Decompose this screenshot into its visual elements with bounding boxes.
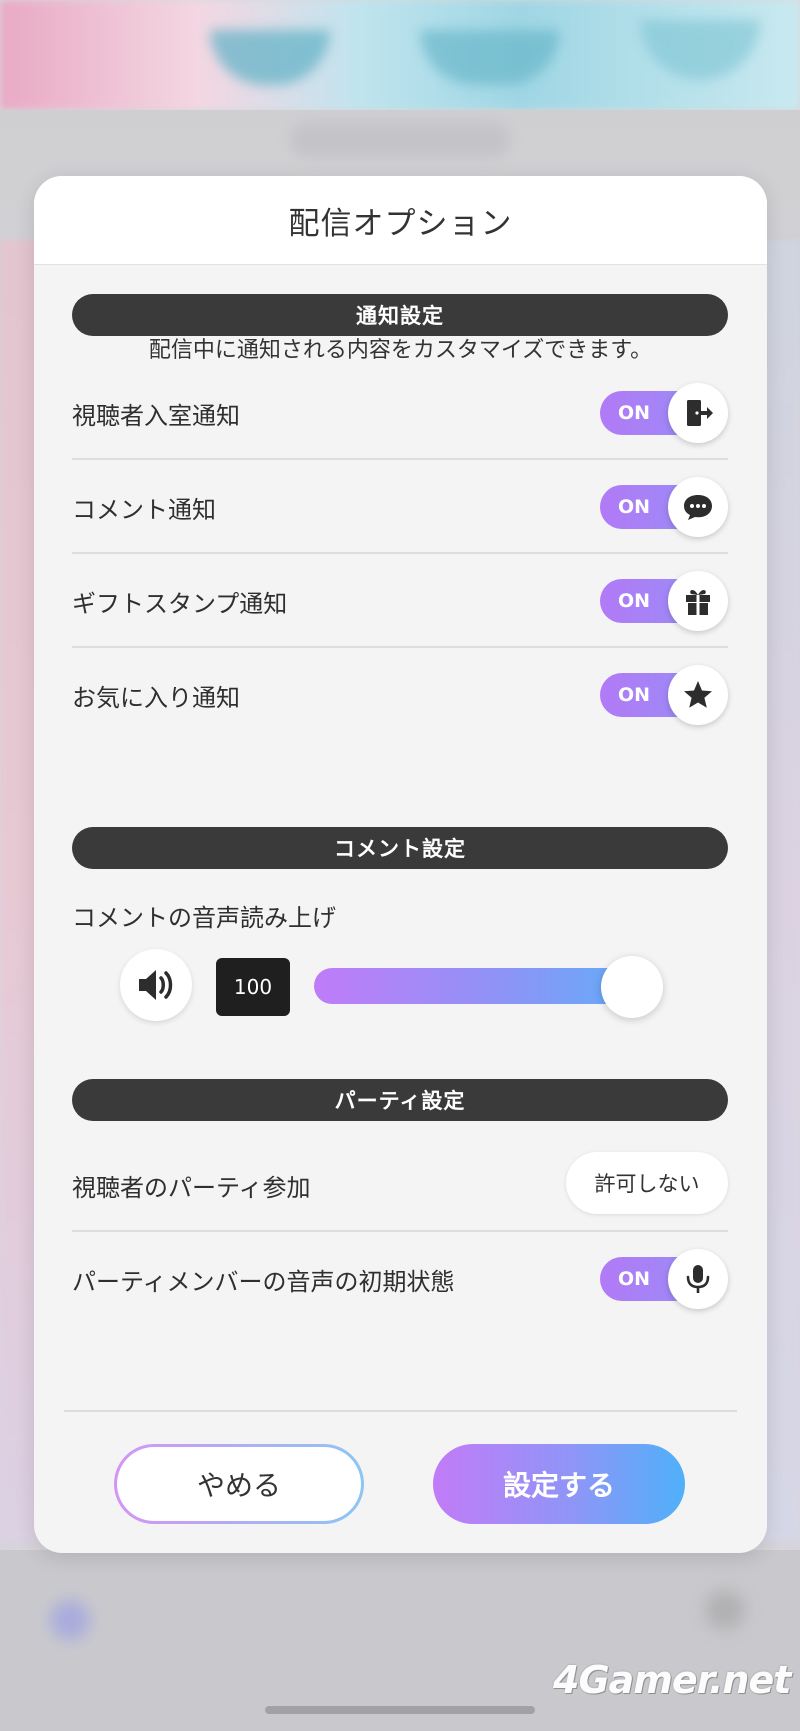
- gift-notification-toggle[interactable]: ON: [600, 571, 728, 631]
- toggle-state: ON: [618, 590, 651, 612]
- toggle-state: ON: [618, 496, 651, 518]
- row-favorite-notification: お気に入り通知 ON: [72, 648, 728, 742]
- row-label: 視聴者入室通知: [72, 401, 240, 430]
- stream-options-dialog: 配信オプション 通知設定 配信中に通知される内容をカスタマイズできます。 視聴者…: [34, 176, 767, 1553]
- viewer-party-join-select[interactable]: 許可しない: [566, 1152, 728, 1214]
- home-indicator: [265, 1706, 535, 1714]
- member-voice-toggle[interactable]: ON: [600, 1249, 728, 1309]
- watermark-logo: 4Gamer.net: [553, 1658, 791, 1702]
- star-icon: [668, 665, 728, 725]
- background-nav-icon: [705, 1590, 745, 1630]
- comment-notification-toggle[interactable]: ON: [600, 477, 728, 537]
- row-member-voice-default: パーティメンバーの音声の初期状態 ON: [72, 1232, 728, 1326]
- volume-slider-track[interactable]: [314, 968, 650, 1004]
- dialog-header: 配信オプション: [34, 176, 767, 265]
- microphone-icon: [668, 1249, 728, 1309]
- toggle-state: ON: [618, 684, 651, 706]
- footer-divider: [64, 1410, 737, 1412]
- favorite-notification-toggle[interactable]: ON: [600, 665, 728, 725]
- row-viewer-party-join: 視聴者のパーティ参加 許可しない: [72, 1138, 728, 1232]
- cancel-button[interactable]: やめる: [114, 1444, 364, 1524]
- door-enter-icon: [668, 383, 728, 443]
- row-label: パーティメンバーの音声の初期状態: [72, 1267, 455, 1296]
- section-header-comment: コメント設定: [72, 827, 728, 869]
- chat-bubble-icon: [668, 477, 728, 537]
- viewer-entry-toggle[interactable]: ON: [600, 383, 728, 443]
- background-title-blur: [290, 122, 510, 158]
- volume-slider-handle[interactable]: [601, 956, 663, 1018]
- toggle-state: ON: [618, 1268, 651, 1290]
- row-gift-notification: ギフトスタンプ通知 ON: [72, 554, 728, 648]
- confirm-button[interactable]: 設定する: [433, 1444, 685, 1524]
- notification-description: 配信中に通知される内容をカスタマイズできます。: [148, 338, 653, 363]
- toggle-state: ON: [618, 402, 651, 424]
- row-label: 視聴者のパーティ参加: [72, 1173, 311, 1202]
- row-label: お気に入り通知: [72, 683, 240, 712]
- speaker-icon[interactable]: [120, 949, 192, 1021]
- row-label: コメント通知: [72, 495, 216, 524]
- row-label: ギフトスタンプ通知: [72, 589, 288, 618]
- background-nav-icon: [50, 1600, 90, 1640]
- tts-label: コメントの音声読み上げ: [72, 904, 336, 932]
- gift-icon: [668, 571, 728, 631]
- section-header-notification: 通知設定: [72, 294, 728, 336]
- dialog-title: 配信オプション: [288, 205, 513, 242]
- row-comment-notification: コメント通知 ON: [72, 460, 728, 554]
- background-bottom-bar: [0, 1550, 800, 1731]
- volume-value: 100: [216, 958, 290, 1016]
- row-viewer-entry-notification: 視聴者入室通知 ON: [72, 366, 728, 460]
- section-header-party: パーティ設定: [72, 1079, 728, 1121]
